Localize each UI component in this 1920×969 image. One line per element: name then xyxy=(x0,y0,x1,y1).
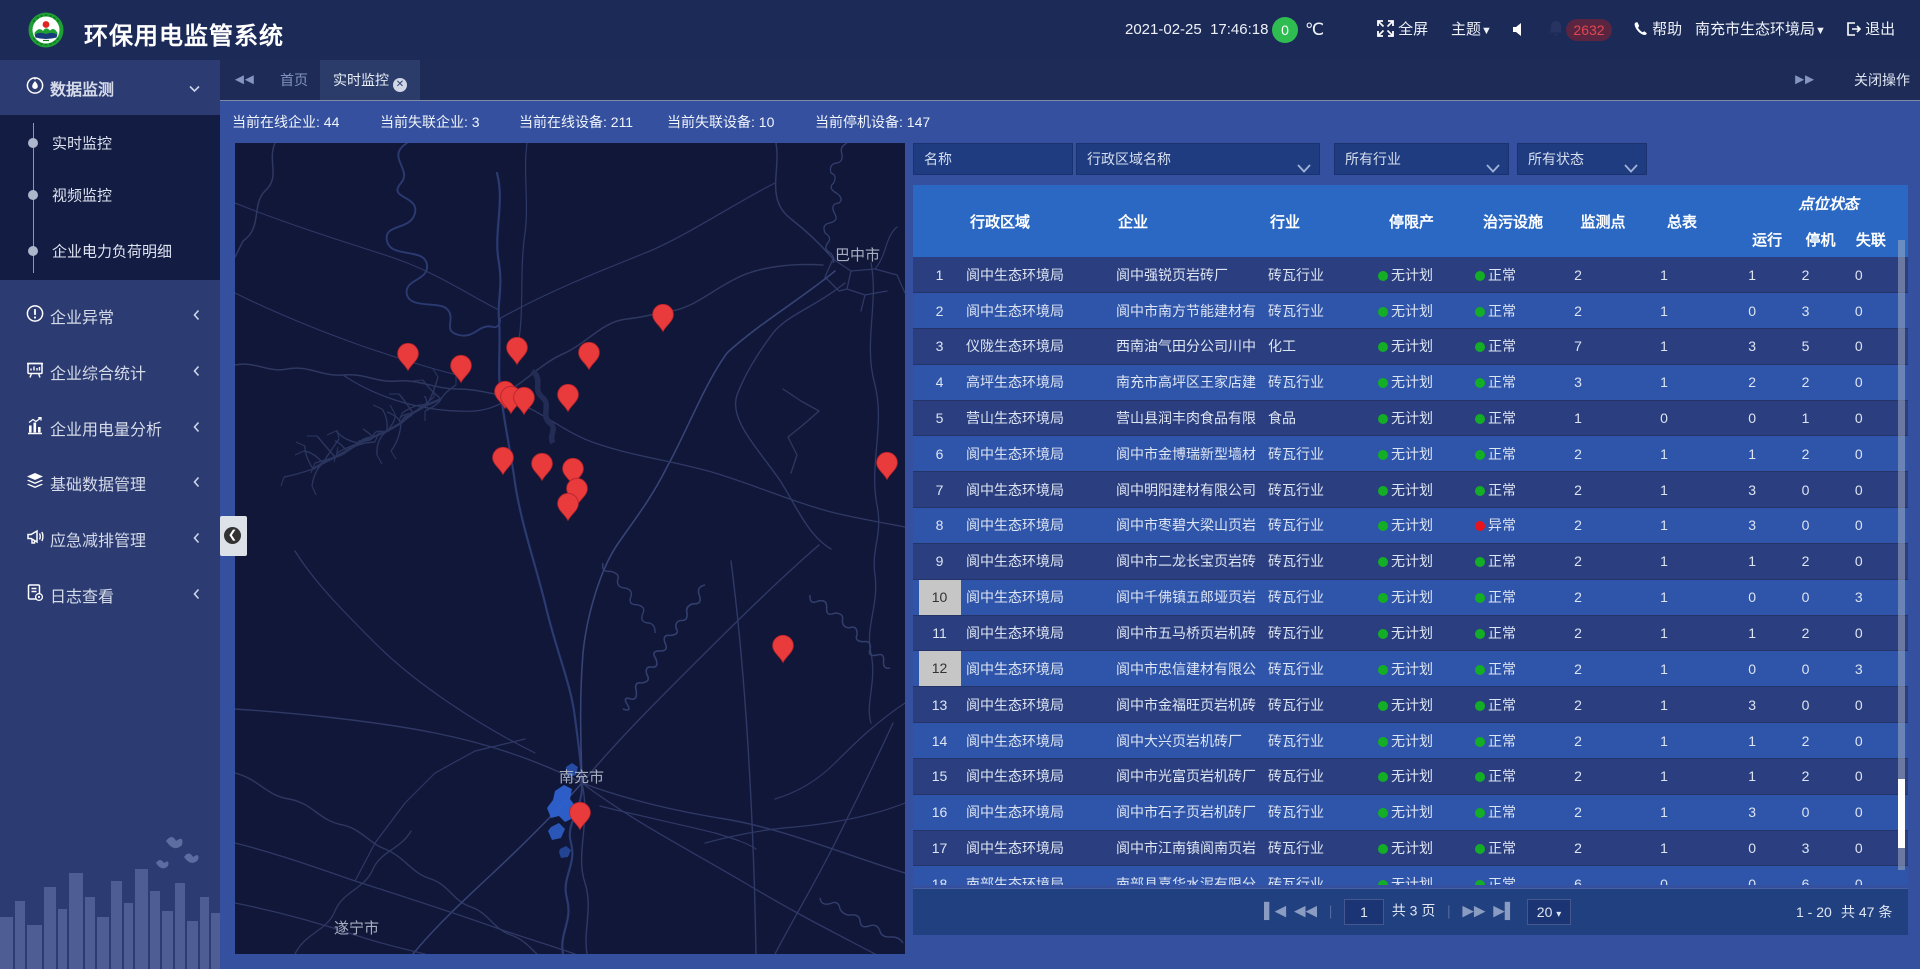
svg-text:遂宁市: 遂宁市 xyxy=(334,920,379,937)
svg-text:巴中市: 巴中市 xyxy=(835,247,880,264)
svg-text:南充市: 南充市 xyxy=(559,769,604,786)
